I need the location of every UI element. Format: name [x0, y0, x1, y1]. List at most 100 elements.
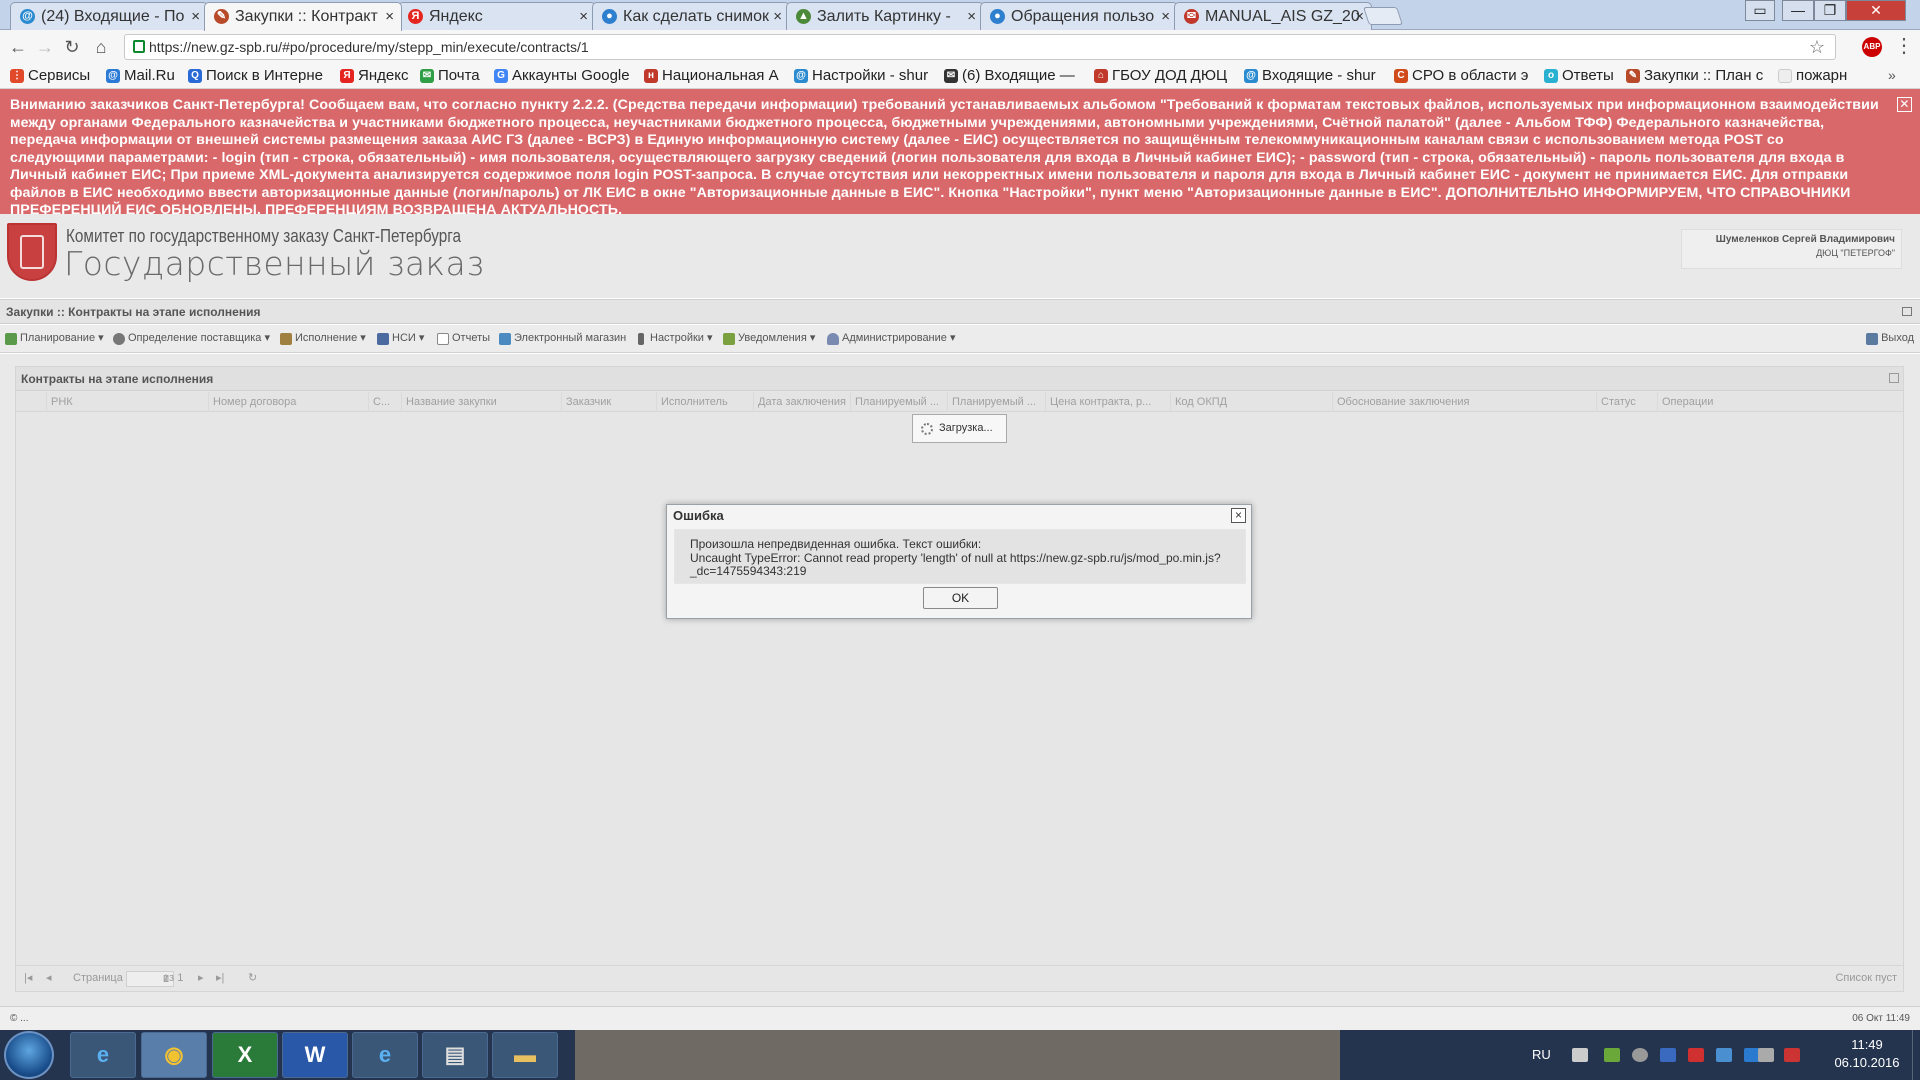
collapse-icon[interactable] — [1902, 307, 1912, 316]
close-icon[interactable]: × — [385, 3, 394, 30]
bookmark-item[interactable]: @ Настройки - shur — [792, 64, 932, 89]
exit-button[interactable]: Выход — [1865, 325, 1914, 352]
word-icon[interactable]: W — [282, 1032, 348, 1078]
home-icon[interactable]: ⌂ — [89, 35, 113, 59]
prev-page-button[interactable]: ◂ — [46, 966, 52, 991]
bookmark-item[interactable]: н Национальная А — [642, 64, 780, 89]
adblock-icon[interactable]: ABP — [1862, 37, 1882, 57]
bookmark-item[interactable]: о Ответы — [1542, 64, 1624, 89]
bookmark-item[interactable]: @ Входящие - shur — [1242, 64, 1382, 89]
bookmark-label: Настройки - shur — [812, 67, 929, 84]
close-icon[interactable]: × — [773, 3, 782, 30]
browser-tab[interactable]: ● Как сделать снимок × — [592, 2, 790, 30]
close-icon[interactable]: × — [1161, 3, 1170, 30]
menu-eshop[interactable]: Электронный магазин — [498, 325, 626, 353]
column-header[interactable]: Операции — [1657, 392, 1904, 412]
tray-icon[interactable] — [1716, 1048, 1732, 1062]
ie-icon[interactable]: e — [70, 1032, 136, 1078]
refresh-icon[interactable]: ↻ — [248, 966, 257, 991]
column-header[interactable]: Номер договора — [208, 392, 368, 412]
column-header[interactable]: Заказчик — [561, 392, 656, 412]
bookmark-item[interactable]: ✉ Почта — [418, 64, 492, 89]
menu-supplier[interactable]: Определение поставщика ▾ — [112, 325, 270, 353]
clock[interactable]: 11:49 06.10.2016 — [1822, 1036, 1912, 1072]
column-header[interactable]: Статус — [1596, 392, 1657, 412]
reload-button[interactable]: ↻ — [60, 35, 84, 59]
menu-reports[interactable]: Отчеты — [436, 325, 490, 353]
column-header[interactable]: С... — [368, 392, 401, 412]
browser-menu-icon[interactable]: ⋮ — [1894, 34, 1914, 58]
bookmark-item[interactable]: G Аккаунты Google — [492, 64, 632, 89]
bookmark-item[interactable]: С СРО в области э — [1392, 64, 1532, 89]
profile-icon[interactable]: ▭ — [1745, 0, 1775, 21]
close-icon[interactable]: × — [967, 3, 976, 30]
last-page-button[interactable]: ▸| — [216, 966, 224, 991]
tray-icon[interactable] — [1688, 1048, 1704, 1062]
star-icon[interactable]: ☆ — [1809, 35, 1825, 59]
network-icon[interactable] — [1784, 1048, 1800, 1062]
language-indicator[interactable]: RU — [1532, 1030, 1551, 1080]
start-button[interactable] — [4, 1031, 54, 1079]
excel-icon[interactable]: X — [212, 1032, 278, 1078]
folder-icon[interactable]: ▬ — [492, 1032, 558, 1078]
next-page-button[interactable]: ▸ — [198, 966, 204, 991]
browser-tab[interactable]: ● Обращения пользо × — [980, 2, 1178, 30]
nvidia-icon[interactable] — [1604, 1048, 1620, 1062]
column-header[interactable]: Планируемый ... — [850, 392, 947, 412]
volume-icon[interactable] — [1572, 1048, 1588, 1062]
tray-icon[interactable] — [1660, 1048, 1676, 1062]
column-header[interactable]: Дата заключения — [753, 392, 850, 412]
minimize-button[interactable]: — — [1782, 0, 1814, 21]
menu-planning[interactable]: Планирование ▾ — [4, 325, 104, 353]
browser-tab[interactable]: @ (24) Входящие - По × — [10, 2, 208, 30]
close-icon[interactable]: × — [579, 3, 588, 30]
close-icon[interactable]: × — [191, 3, 200, 30]
new-tab-button[interactable] — [1363, 7, 1403, 25]
browser-tab[interactable]: Я Яндекс × — [398, 2, 596, 30]
url-bar[interactable]: https://new.gz-spb.ru/#po/procedure/my/s… — [124, 34, 1836, 60]
action-center-icon[interactable] — [1758, 1048, 1774, 1062]
show-desktop-button[interactable] — [1912, 1030, 1920, 1080]
column-header[interactable]: Исполнитель — [656, 392, 753, 412]
bookmark-item[interactable]: Я Яндекс — [338, 64, 416, 89]
bookmarks-overflow-button[interactable]: » — [1888, 64, 1896, 86]
ie-icon[interactable]: e — [352, 1032, 418, 1078]
browser-tab[interactable]: ✉ MANUAL_AIS GZ_20 × — [1174, 2, 1372, 30]
column-header[interactable]: Цена контракта, р... — [1045, 392, 1170, 412]
browser-tab[interactable]: ▲ Залить Картинку - × — [786, 2, 984, 30]
bookmark-item[interactable]: ✉ (6) Входящие — — [942, 64, 1078, 89]
menu-notifications[interactable]: Уведомления ▾ — [722, 325, 815, 353]
back-button[interactable]: ← — [6, 35, 30, 59]
close-icon[interactable]: ✕ — [1897, 97, 1912, 112]
column-header[interactable]: Планируемый ... — [947, 392, 1045, 412]
menu-execution[interactable]: Исполнение ▾ — [279, 325, 366, 353]
maximize-button[interactable]: ❐ — [1814, 0, 1846, 21]
refresh-icon[interactable] — [1889, 373, 1899, 383]
close-icon[interactable]: × — [1231, 508, 1246, 523]
column-header[interactable]: РНК — [46, 392, 208, 412]
menu-label: Исполнение ▾ — [295, 332, 366, 344]
browser-tab-active[interactable]: ✎ Закупки :: Контракт × — [204, 2, 402, 31]
bookmark-item[interactable]: ⌂ ГБОУ ДОД ДЮЦ — [1092, 64, 1230, 89]
bookmark-item[interactable]: ⋮ Сервисы — [8, 64, 106, 89]
first-page-button[interactable]: |◂ — [24, 966, 32, 991]
bookmark-item[interactable]: @ Mail.Ru — [104, 64, 184, 89]
forward-button[interactable]: → — [33, 35, 57, 59]
menu-admin[interactable]: Администрирование ▾ — [826, 325, 955, 353]
column-header[interactable]: Код ОКПД — [1170, 392, 1332, 412]
chrome-icon[interactable]: ◉ — [141, 1032, 207, 1078]
user-info[interactable]: Шумеленков Сергей Владимирович ДЮЦ "ПЕТЕ… — [1681, 229, 1902, 269]
bookmark-item[interactable]: ✎ Закупки :: План с — [1624, 64, 1766, 89]
ok-button[interactable]: OK — [923, 587, 998, 609]
close-icon[interactable]: × — [1355, 3, 1364, 30]
menu-nsi[interactable]: НСИ ▾ — [376, 325, 424, 353]
window-close-button[interactable]: ✕ — [1846, 0, 1906, 21]
scanner-icon[interactable]: ▤ — [422, 1032, 488, 1078]
menu-settings[interactable]: Настройки ▾ — [634, 325, 713, 353]
bookmark-item[interactable]: пожарн — [1776, 64, 1880, 89]
column-checkbox[interactable] — [16, 392, 46, 412]
bookmark-item[interactable]: Q Поиск в Интерне — [186, 64, 326, 89]
column-header[interactable]: Обоснование заключения — [1332, 392, 1596, 412]
column-header[interactable]: Название закупки — [401, 392, 561, 412]
tray-icon[interactable] — [1632, 1048, 1648, 1062]
